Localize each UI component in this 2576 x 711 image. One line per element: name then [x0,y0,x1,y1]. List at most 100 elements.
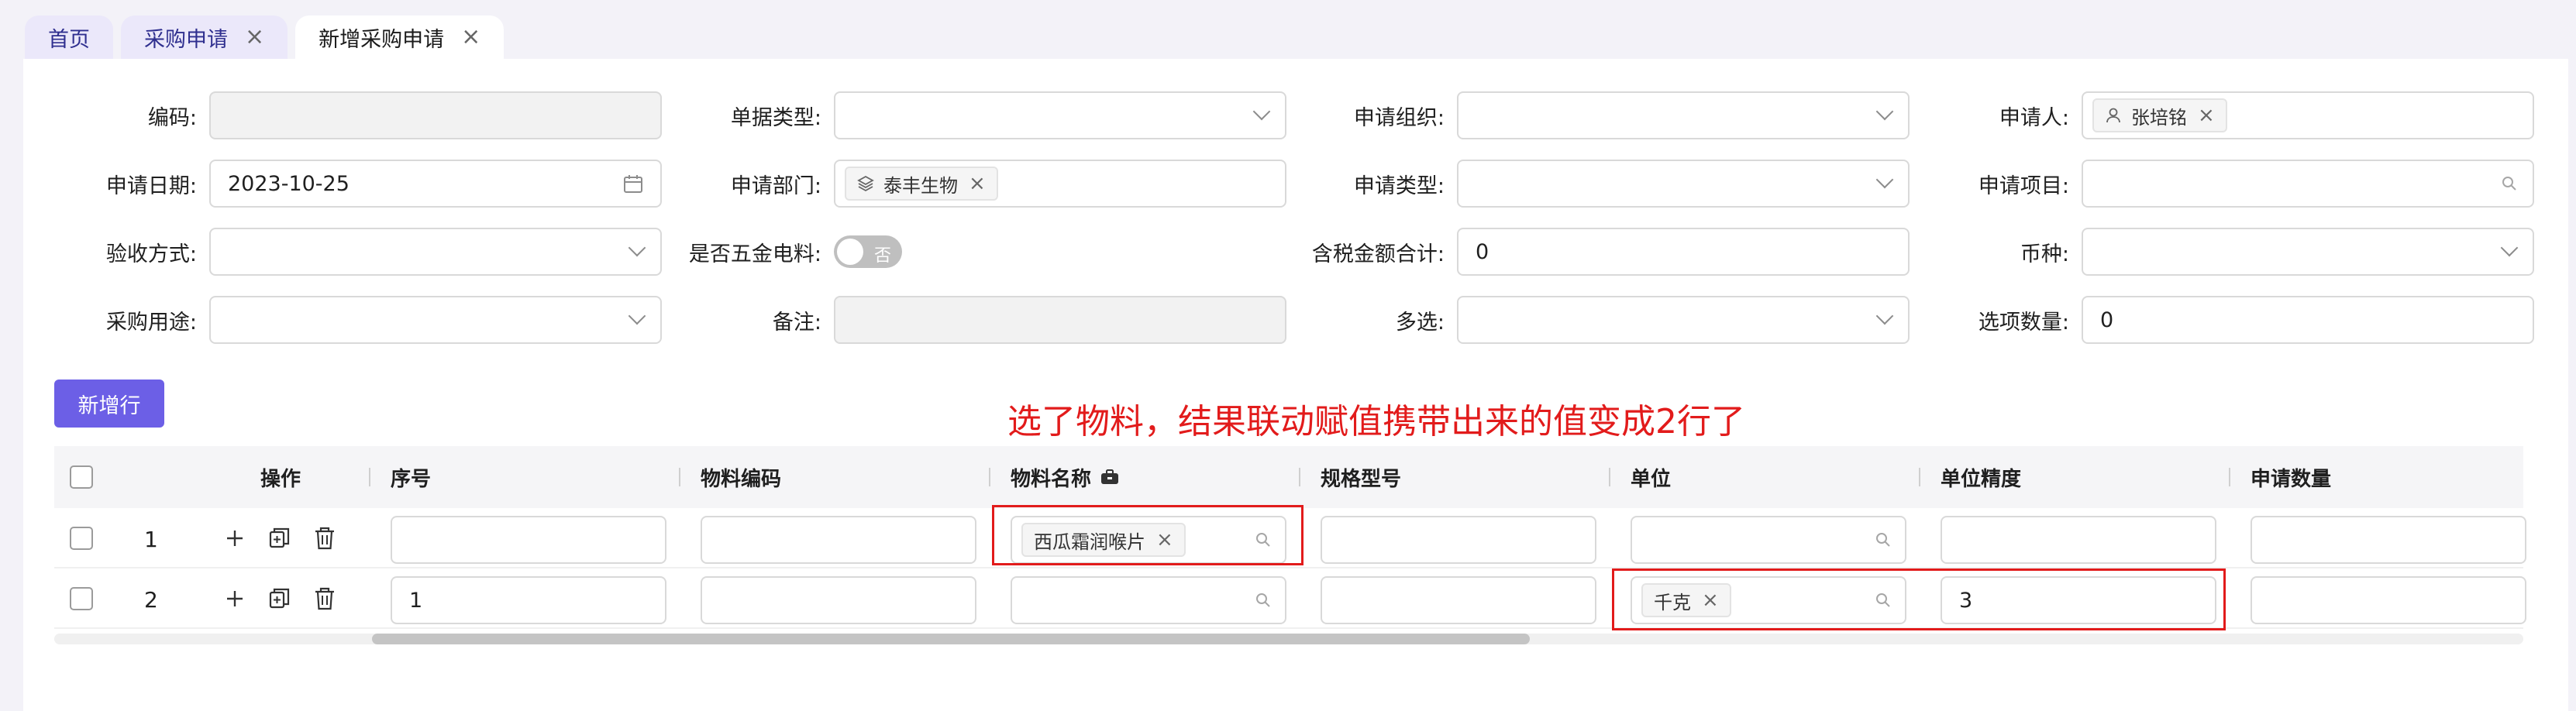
col-material-name: 物料名称 [1011,446,1119,508]
multi-select[interactable] [1457,296,1910,344]
close-icon[interactable]: × [461,26,480,49]
field-label: 币种: [2020,242,2069,266]
doc-type-select[interactable] [834,91,1286,139]
tag-text: 泰丰生物 [883,174,958,197]
field-label: 采购用途: [105,310,197,335]
chevron-down-icon [2500,239,2519,257]
quantity-input[interactable] [2251,576,2526,624]
col-action: 操作 [260,467,301,491]
material-code-input[interactable] [701,516,976,564]
chevron-down-icon [1875,170,1894,189]
field-tax-total: 含税金额合计: 0 [1302,228,1910,276]
field-label: 多选: [1395,310,1445,335]
tax-total-input[interactable]: 0 [1457,228,1910,276]
col-resizer[interactable] [1299,468,1300,486]
delete-icon[interactable] [312,586,338,612]
hardware-toggle[interactable]: 否 [834,235,902,268]
add-icon[interactable] [222,525,248,551]
col-material-code: 物料编码 [701,467,782,491]
highlight-box [1612,568,2226,630]
row-checkbox[interactable] [70,527,93,550]
field-label: 备注: [772,310,821,335]
close-icon[interactable]: × [245,26,264,49]
unit-precision-input[interactable] [1941,516,2216,564]
quantity-input[interactable] [2251,516,2526,564]
col-resizer[interactable] [369,468,370,486]
tab-purchase-request[interactable]: 采购申请 × [121,15,288,59]
chevron-down-icon [628,239,646,257]
apply-org-select[interactable] [1457,91,1910,139]
applicant-select[interactable]: 张培铭 × [2082,91,2534,139]
field-option-count: 选项数量: 0 [1927,296,2534,344]
field-value: 2023-10-25 [228,171,350,196]
close-icon[interactable]: × [969,172,986,195]
apply-dept-select[interactable]: 泰丰生物 × [834,160,1286,208]
tab-new-purchase-request[interactable]: 新增采购申请 × [295,15,505,59]
field-label: 申请组织: [1353,105,1445,130]
field-apply-type: 申请类型: [1302,160,1910,208]
unit-select[interactable] [1631,516,1906,564]
apply-date-picker[interactable]: 2023-10-25 [209,160,662,208]
row-index: 2 [144,587,158,613]
field-label: 申请部门: [730,173,821,198]
field-accept-method: 验收方式: [54,228,662,276]
add-row-button[interactable]: 新增行 [54,380,164,428]
col-label: 物料名称 [1011,467,1092,491]
toolbox-icon[interactable] [1100,469,1119,486]
currency-select[interactable] [2082,228,2534,276]
field-doc-type: 单据类型: [679,91,1286,139]
row-checkbox[interactable] [70,587,93,610]
field-is-hardware: 是否五金电料: 否 [679,228,902,276]
material-code-input[interactable] [701,576,976,624]
apply-type-select[interactable] [1457,160,1910,208]
close-icon[interactable]: × [2198,104,2215,127]
col-resizer[interactable] [989,468,990,486]
select-all-checkbox[interactable] [70,465,93,489]
field-label: 单据类型: [730,105,821,130]
copy-icon[interactable] [267,525,293,551]
spec-input[interactable] [1321,576,1596,624]
field-applicant: 申请人: 张培铭 × [1927,91,2534,139]
material-name-select[interactable] [1011,576,1286,624]
field-code: 编码: [54,91,662,139]
purpose-select[interactable] [209,296,662,344]
col-resizer[interactable] [2229,468,2230,486]
col-unit-precision: 单位精度 [1941,467,2022,491]
field-multi: 多选: [1302,296,1910,344]
search-icon[interactable] [1875,532,1891,548]
code-input [209,91,662,139]
seq-input[interactable] [391,516,666,564]
tag-text: 张培铭 [2131,106,2187,129]
annotation-text: 选了物料，结果联动赋值携带出来的值变成2行了 [1007,402,1745,441]
field-apply-dept: 申请部门: 泰丰生物 × [679,160,1286,208]
option-count-input[interactable]: 0 [2082,296,2534,344]
field-value: 0 [2100,307,2114,332]
col-seq: 序号 [391,467,432,491]
seq-input[interactable]: 1 [391,576,666,624]
col-resizer[interactable] [1609,468,1610,486]
cell-value: 1 [409,588,423,613]
horizontal-scrollbar[interactable] [54,634,2523,644]
field-apply-project: 申请项目: [1927,160,2534,208]
scrollbar-thumb[interactable] [372,634,1530,644]
applicant-tag: 张培铭 × [2092,98,2227,132]
field-label: 含税金额合计: [1311,242,1445,266]
copy-icon[interactable] [267,586,293,612]
field-label: 申请人: [1999,105,2069,130]
col-resizer[interactable] [679,468,680,486]
field-label: 申请日期: [105,173,197,198]
spec-input[interactable] [1321,516,1596,564]
tab-label: 新增采购申请 [319,27,445,52]
add-icon[interactable] [222,586,248,612]
col-resizer[interactable] [1919,468,1920,486]
tab-home[interactable]: 首页 [25,15,113,59]
search-icon[interactable] [1255,592,1271,608]
remark-input [834,296,1286,344]
highlight-box [992,505,1303,565]
search-icon[interactable] [2502,176,2517,191]
chevron-down-icon [1875,102,1894,121]
delete-icon[interactable] [312,525,338,551]
apply-project-input[interactable] [2082,160,2534,208]
chevron-down-icon [1875,307,1894,325]
accept-method-select[interactable] [209,228,662,276]
